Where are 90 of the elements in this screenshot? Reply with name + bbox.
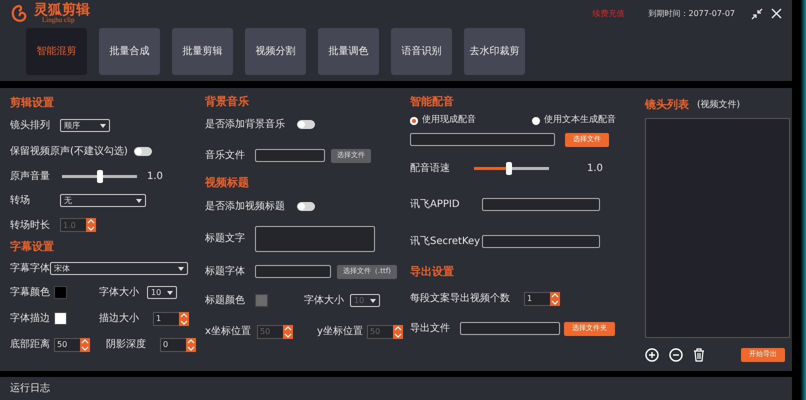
field-label: 配音语速 <box>410 162 451 176</box>
caret-icon <box>167 290 173 295</box>
slider-value: 1.0 <box>587 162 603 176</box>
number-field[interactable]: 0 <box>160 338 186 352</box>
tab[interactable]: 批量剪辑 <box>172 28 233 75</box>
field-label: 字体描边 <box>10 312 50 326</box>
radio-label: 使用文本生成配音 <box>544 114 616 127</box>
slider-thumb[interactable] <box>96 170 102 184</box>
field-label: 字体大小 <box>304 294 344 308</box>
slider-value: 1.0 <box>147 170 163 184</box>
stepper-icon[interactable] <box>80 338 90 352</box>
tab[interactable]: 智能混剪 <box>26 28 87 75</box>
field-label: 每段文案导出视频个数 <box>410 292 511 306</box>
trash-icon[interactable] <box>693 348 705 362</box>
app-title: 灵狐剪辑 <box>34 3 90 18</box>
number-field[interactable]: 1 <box>153 312 179 326</box>
slider[interactable] <box>474 162 549 176</box>
field-label: 阴影深度 <box>106 338 147 352</box>
section-title: 字幕设置 <box>10 239 54 256</box>
log-title: 运行日志 <box>10 383 50 394</box>
tab[interactable]: 批量合成 <box>99 28 160 75</box>
caret-icon <box>370 298 376 303</box>
radio-label: 使用现成配音 <box>422 114 476 127</box>
expiry-date: 到期时间：2077-07-07 <box>648 8 735 20</box>
stepper-icon[interactable] <box>179 312 189 326</box>
radio-button[interactable] <box>410 116 418 125</box>
field-label: x坐标位置 <box>205 324 252 340</box>
collapse-icon[interactable] <box>751 8 763 20</box>
dropdown[interactable]: 10 <box>147 286 177 300</box>
close-icon[interactable] <box>771 8 782 20</box>
section-title: 剪辑设置 <box>10 95 54 112</box>
field-label: 镜头排列 <box>10 118 51 134</box>
slider-thumb[interactable] <box>506 162 512 176</box>
add-icon[interactable] <box>645 348 659 362</box>
section-title: 智能配音 <box>410 94 454 110</box>
stepper-icon[interactable] <box>186 338 196 352</box>
tab[interactable]: 去水印裁剪 <box>464 28 525 75</box>
field-label: 底部距离 <box>10 338 50 352</box>
color-swatch[interactable] <box>54 312 67 326</box>
field-label: 是否添加背景音乐 <box>205 118 285 132</box>
remove-icon[interactable] <box>669 348 683 362</box>
tab[interactable]: 语音识别 <box>391 28 452 75</box>
section-title: 视频标题 <box>205 175 249 192</box>
dropdown[interactable]: 顺序 <box>60 119 110 132</box>
tab[interactable]: 批量调色 <box>318 28 379 75</box>
input-field[interactable] <box>255 149 325 162</box>
field-label: 讯飞APPID <box>410 198 461 212</box>
field-label: 转场时长 <box>10 218 51 233</box>
field-label: 转场 <box>10 194 31 208</box>
section-title: 背景音乐 <box>205 94 249 110</box>
field-label: 标题文字 <box>205 232 246 246</box>
field-label: 是否添加视频标题 <box>205 200 285 214</box>
dropdown[interactable]: 无 <box>60 194 146 208</box>
caret-icon <box>178 266 184 271</box>
caret-icon <box>100 124 106 128</box>
input-field[interactable] <box>410 133 555 146</box>
field-label: 字体大小 <box>99 286 140 300</box>
number-field[interactable]: 1 <box>524 292 550 306</box>
input-field[interactable] <box>482 235 600 248</box>
toggle-switch[interactable] <box>134 146 152 156</box>
section-title: 镜头列表 <box>645 97 689 114</box>
field-label: 标题颜色 <box>205 294 246 308</box>
input-field[interactable] <box>460 322 560 336</box>
input-field[interactable] <box>255 265 331 278</box>
field-label: 音乐文件 <box>205 148 246 164</box>
field-label: 标题字体 <box>205 264 246 280</box>
field-label: 保留视频原声(不建议勾选) <box>10 144 128 159</box>
section-subtitle: (视频文件) <box>697 98 740 112</box>
color-swatch[interactable] <box>54 286 67 300</box>
stepper-icon[interactable] <box>283 324 293 339</box>
tab[interactable]: 视频分割 <box>245 28 306 75</box>
field-label: y坐标位置 <box>317 324 363 340</box>
stepper-icon[interactable] <box>550 292 560 306</box>
number-field[interactable]: 50 <box>54 338 80 352</box>
caret-icon <box>136 198 142 203</box>
field-label: 导出文件 <box>410 322 451 336</box>
toggle-switch[interactable] <box>297 120 315 130</box>
stepper-icon[interactable] <box>393 324 403 339</box>
field-label: 原声音量 <box>10 170 51 184</box>
section-title: 导出设置 <box>410 264 454 280</box>
dropdown[interactable]: 宋体 <box>50 262 188 276</box>
color-swatch[interactable] <box>255 294 268 308</box>
input-field[interactable] <box>482 198 600 212</box>
toggle-switch[interactable] <box>297 202 315 212</box>
field-label: 字幕颜色 <box>10 286 50 300</box>
stepper-icon[interactable] <box>86 218 96 232</box>
slider[interactable] <box>62 170 137 184</box>
field-label: 描边大小 <box>99 312 140 326</box>
radio-button[interactable] <box>532 116 540 125</box>
input-field[interactable] <box>255 226 375 252</box>
